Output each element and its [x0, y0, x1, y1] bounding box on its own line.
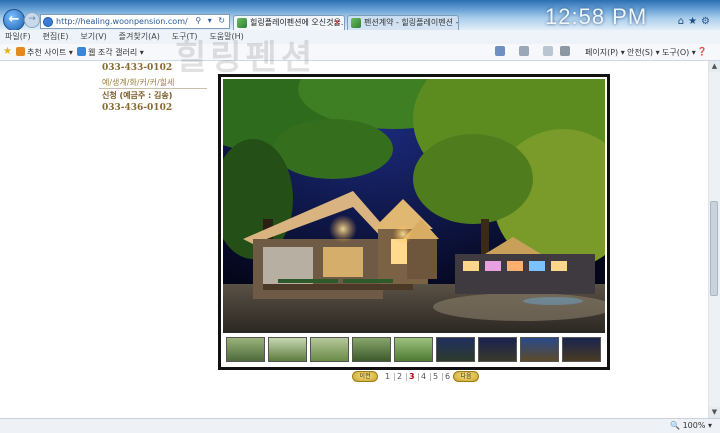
address-url: http://healing.woonpension.com/ — [56, 17, 188, 26]
thumbnail-2[interactable] — [268, 337, 307, 362]
tab-active[interactable]: 힐링플레이펜션에 오신것을... × — [233, 15, 345, 30]
menu-bar: 파일(F) 편집(E) 보기(V) 즐겨찾기(A) 도구(T) 도움말(H) — [0, 30, 720, 45]
fav-web-slice-gallery[interactable]: 웹 조각 갤러리 ▾ — [77, 47, 144, 58]
home-icon[interactable] — [495, 46, 505, 56]
mail-icon[interactable] — [543, 46, 553, 56]
page-menu[interactable]: 페이지(P) ▾ — [585, 47, 625, 58]
thumbnail-4[interactable] — [352, 337, 391, 362]
page-6[interactable]: 6 — [445, 371, 450, 382]
safety-menu[interactable]: 안전(S) ▾ — [627, 47, 660, 58]
zoom-icon: 🔍 — [670, 421, 681, 430]
contact-subinfo: 예/생계/화/커/커/힐세 — [102, 78, 175, 87]
thumbnail-1[interactable] — [226, 337, 265, 362]
thumbnail-5[interactable] — [394, 337, 433, 362]
fav-label: 웹 조각 갤러리 ▾ — [88, 48, 144, 57]
tab-favicon-icon — [237, 18, 247, 28]
address-bar[interactable]: http://healing.woonpension.com/ ⚲ ▾ ↻ — [40, 14, 230, 29]
feeds-icon[interactable] — [519, 46, 529, 56]
address-actions[interactable]: ⚲ ▾ ↻ — [195, 16, 227, 25]
thumbnail-strip — [226, 337, 606, 363]
contact-phone-2: 033-436-0102 — [102, 103, 173, 113]
thumbnail-9[interactable] — [562, 337, 601, 362]
contact-bank-holder: 신청 (예금주 : 김송) — [102, 91, 173, 100]
menu-view[interactable]: 보기(V) — [80, 30, 106, 44]
home-favorites-tools[interactable]: ⌂★⚙ — [678, 16, 714, 27]
page-5[interactable]: 5 — [433, 371, 438, 382]
fav-label: 추천 사이트 ▾ — [27, 48, 73, 57]
thumbnail-6[interactable] — [436, 337, 475, 362]
favorites-star-icon[interactable]: ★ — [3, 46, 12, 57]
contact-phone-1: 033-433-0102 — [102, 63, 173, 73]
tab-label: 힐링플레이펜션에 오신것을... — [250, 18, 345, 27]
site-favicon-icon — [43, 17, 53, 27]
print-icon[interactable] — [560, 46, 570, 56]
page-3-current[interactable]: 3 — [409, 371, 415, 382]
main-photo[interactable] — [223, 79, 605, 333]
thumbnail-3[interactable] — [310, 337, 349, 362]
next-page-button[interactable]: 다음 — [453, 371, 479, 382]
page-2[interactable]: 2 — [397, 371, 402, 382]
tab-favicon-icon — [351, 18, 361, 28]
zoom-level[interactable]: 🔍 100% ▾ — [670, 421, 712, 430]
browser-titlebar: ← → http://healing.woonpension.com/ ⚲ ▾ … — [0, 0, 720, 31]
page-4[interactable]: 4 — [421, 371, 426, 382]
status-bar: 🔍 100% ▾ — [0, 418, 720, 433]
vertical-scrollbar[interactable]: ▲ ▼ — [708, 61, 720, 418]
scroll-up-icon[interactable]: ▲ — [709, 61, 720, 72]
tab-label: 펜션계약 - 힐링플레이펜션 - 우... — [364, 18, 459, 27]
favorites-command-bar: ★ 추천 사이트 ▾ 웹 조각 갤러리 ▾ 페이지(P) ▾ 안전(S) ▾ 도… — [0, 44, 720, 61]
thumbnail-8[interactable] — [520, 337, 559, 362]
page-1[interactable]: 1 — [385, 371, 390, 382]
page-separator: | — [405, 372, 408, 381]
tab-inactive[interactable]: 펜션계약 - 힐링플레이펜션 - 우... — [347, 15, 459, 30]
zoom-value: 100% — [682, 421, 706, 430]
scroll-thumb[interactable] — [710, 201, 718, 296]
menu-edit[interactable]: 편집(E) — [42, 30, 68, 44]
back-button[interactable]: ← — [3, 9, 25, 31]
page-separator: | — [417, 372, 420, 381]
photo-gallery — [218, 74, 610, 370]
page-separator: | — [393, 372, 396, 381]
night-pension-photo — [223, 79, 605, 333]
page-separator: | — [441, 372, 444, 381]
suggested-sites-icon — [16, 47, 25, 56]
page-separator: | — [429, 372, 432, 381]
tab-close-icon[interactable]: × — [333, 16, 341, 30]
forward-button[interactable]: → — [24, 12, 40, 28]
web-slice-icon — [77, 47, 86, 56]
menu-file[interactable]: 파일(F) — [5, 30, 31, 44]
desktop-clock: 12:58 PM — [545, 4, 648, 29]
contact-divider — [99, 88, 207, 89]
fav-suggested-sites[interactable]: 추천 사이트 ▾ — [16, 47, 73, 58]
tools-menu[interactable]: 도구(O) ▾ — [662, 47, 696, 58]
thumbnail-7[interactable] — [478, 337, 517, 362]
menu-favorites[interactable]: 즐겨찾기(A) — [119, 30, 160, 44]
help-icon[interactable]: ❓ — [697, 47, 707, 56]
scroll-down-icon[interactable]: ▼ — [709, 407, 720, 418]
watermark-logo: 힐링펜션 — [175, 38, 317, 78]
prev-page-button[interactable]: 이전 — [352, 371, 378, 382]
